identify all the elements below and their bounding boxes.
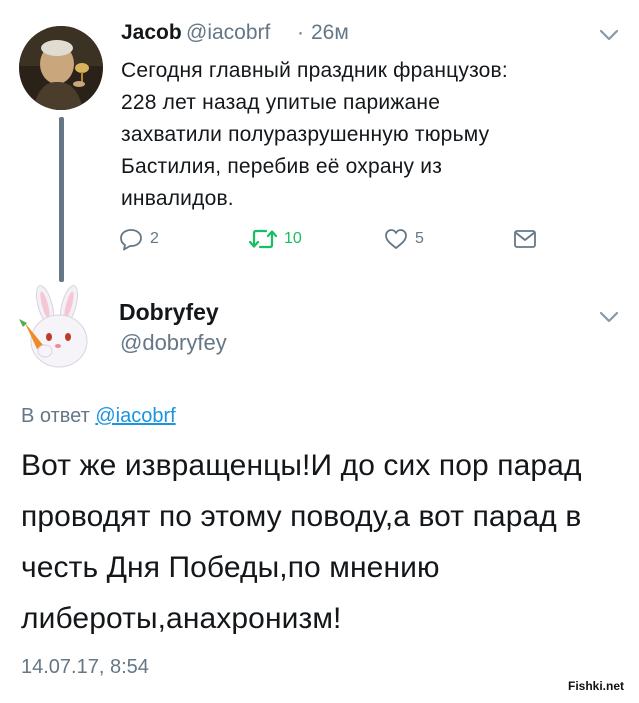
tweet-timestamp[interactable]: 14.07.17, 8:54 — [21, 656, 149, 679]
avatar-dobryfey[interactable] — [15, 283, 103, 375]
reply-prefix: В ответ — [21, 405, 96, 427]
chevron-down-icon[interactable] — [598, 27, 620, 43]
author-name[interactable]: Dobryfey — [119, 299, 219, 326]
avatar-jacob[interactable] — [19, 26, 103, 110]
like-icon — [385, 229, 407, 249]
chevron-down-icon[interactable] — [598, 309, 620, 325]
like-count: 5 — [415, 230, 424, 247]
reply-button[interactable]: 2 — [118, 226, 159, 252]
tweet-text: Вот же извращенцы!И до сих пор парад про… — [21, 449, 582, 635]
author-name[interactable]: Jacob — [121, 21, 182, 45]
reply-to-link[interactable]: @iacobrf — [95, 405, 175, 427]
watermark: Fishki.net — [568, 679, 625, 693]
author-handle[interactable]: @iacobrf — [186, 21, 270, 45]
author-handle[interactable]: @dobryfey — [120, 330, 227, 356]
dm-button[interactable] — [512, 226, 538, 252]
tweet-time[interactable]: 26м — [311, 21, 349, 45]
thread-line — [59, 117, 64, 282]
separator-dot: · — [297, 21, 304, 44]
like-button[interactable]: 5 — [383, 226, 424, 252]
tweet-text: Сегодня главный праздник французов: 228 … — [121, 59, 508, 210]
retweet-icon — [248, 229, 278, 249]
reply-count: 2 — [150, 230, 159, 247]
retweet-count: 10 — [284, 230, 302, 247]
reply-context: В ответ @iacobrf — [21, 405, 176, 428]
dm-icon — [514, 230, 536, 248]
retweet-button[interactable]: 10 — [248, 226, 302, 252]
reply-icon — [120, 229, 142, 251]
